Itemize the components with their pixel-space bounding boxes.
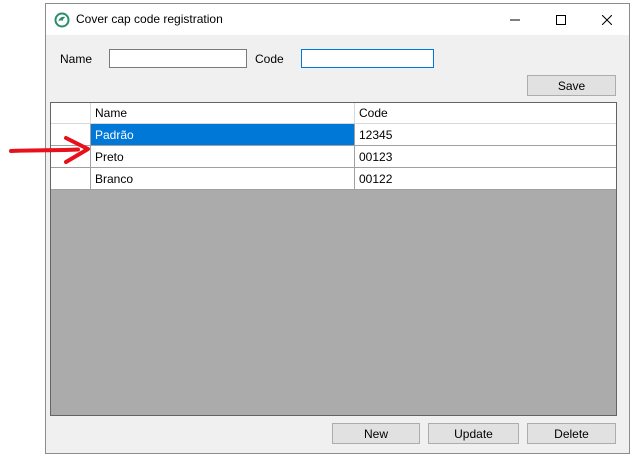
close-button[interactable] bbox=[584, 4, 630, 35]
row-header-corner[interactable] bbox=[51, 103, 91, 124]
maximize-icon bbox=[556, 14, 566, 25]
close-icon bbox=[602, 14, 612, 25]
row-name-cell[interactable]: Branco bbox=[91, 168, 355, 190]
screenshot-stage: Cover cap code registration Name Code Sa… bbox=[0, 0, 635, 469]
row-code-cell[interactable]: 00122 bbox=[355, 168, 616, 190]
minimize-icon bbox=[510, 19, 520, 20]
column-header-name[interactable]: Name bbox=[91, 103, 355, 124]
name-input[interactable] bbox=[109, 49, 247, 68]
row-code-cell[interactable]: 12345 bbox=[355, 124, 616, 146]
main-window: Cover cap code registration Name Code Sa… bbox=[45, 3, 630, 454]
table-row[interactable]: Branco 00122 bbox=[51, 168, 616, 190]
red-arrow-icon bbox=[9, 136, 90, 164]
row-header[interactable] bbox=[51, 168, 91, 190]
row-code-cell[interactable]: 00123 bbox=[355, 146, 616, 168]
name-label: Name bbox=[60, 52, 93, 66]
window-title: Cover cap code registration bbox=[76, 12, 223, 26]
table-row[interactable]: Preto 00123 bbox=[51, 146, 616, 168]
update-button[interactable]: Update bbox=[428, 423, 519, 444]
records-grid[interactable]: Name Code Padrão 12345 Preto 00123 Branc… bbox=[50, 102, 617, 416]
title-bar[interactable]: Cover cap code registration bbox=[46, 4, 629, 35]
new-button[interactable]: New bbox=[332, 423, 420, 444]
row-name-cell[interactable]: Padrão bbox=[91, 124, 355, 146]
column-header-code[interactable]: Code bbox=[355, 103, 616, 124]
minimize-button[interactable] bbox=[492, 4, 538, 35]
grid-header: Name Code bbox=[51, 103, 616, 124]
row-name-cell[interactable]: Preto bbox=[91, 146, 355, 168]
delete-button[interactable]: Delete bbox=[527, 423, 616, 444]
code-label: Code bbox=[255, 52, 284, 66]
code-input[interactable] bbox=[301, 49, 434, 68]
maximize-button[interactable] bbox=[538, 4, 584, 35]
app-icon bbox=[54, 12, 70, 28]
save-button[interactable]: Save bbox=[527, 75, 616, 96]
table-row[interactable]: Padrão 12345 bbox=[51, 124, 616, 146]
